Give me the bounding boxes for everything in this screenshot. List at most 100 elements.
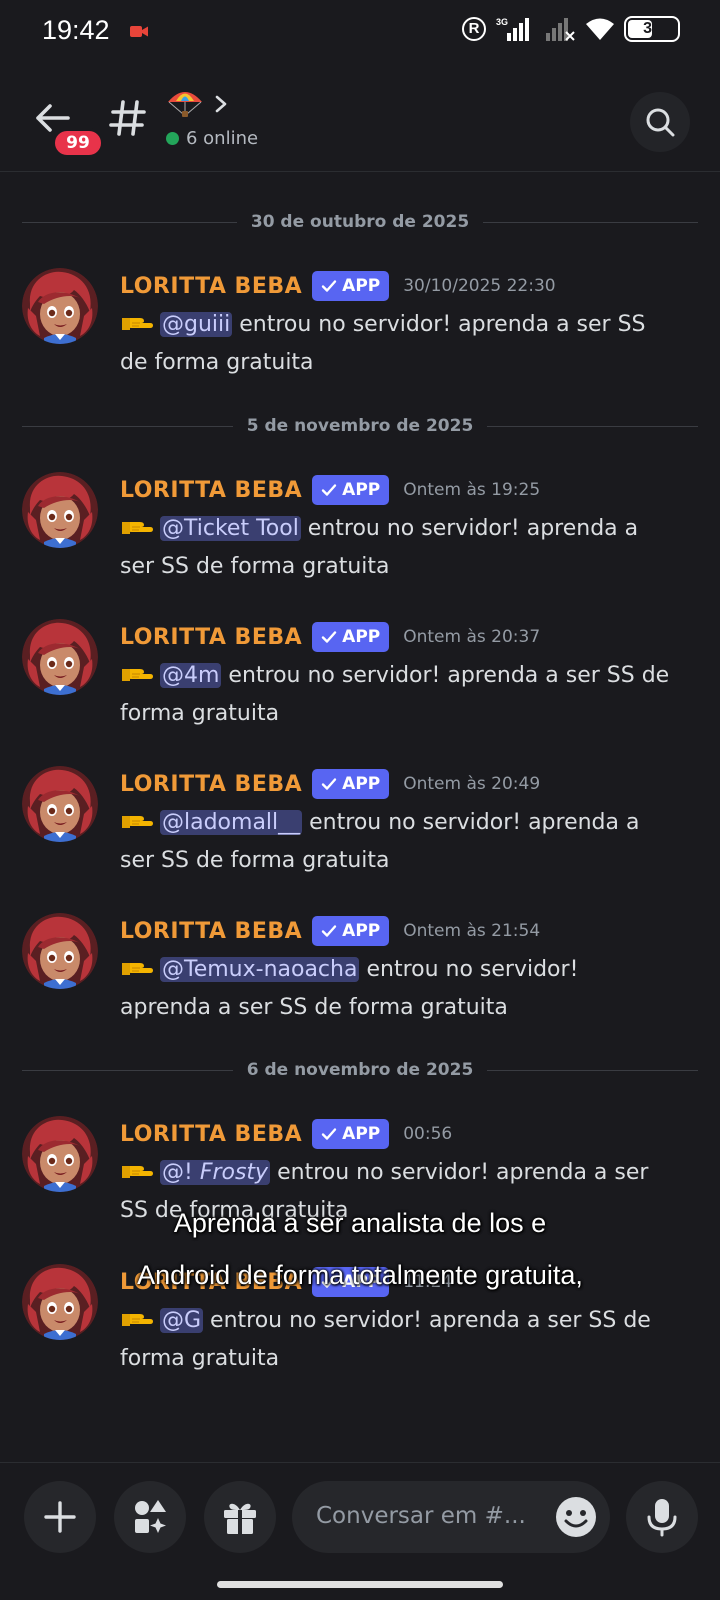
app-tag-label: APP (342, 774, 381, 794)
gift-icon (224, 1503, 256, 1534)
user-mention[interactable]: @ladomall__ (160, 810, 303, 835)
pointing-hand-emoji (120, 1158, 154, 1182)
user-mention[interactable]: @Ticket Tool (160, 516, 301, 541)
avatar[interactable] (22, 913, 98, 989)
network-type: 3G (496, 17, 508, 27)
message-content: @Temux-naoacha entrou no servidor! aprend… (120, 951, 700, 1027)
avatar[interactable] (22, 268, 98, 344)
user-mention[interactable]: @guiii (160, 312, 233, 337)
message-content: @guiii entrou no servidor! aprenda a ser… (120, 306, 700, 382)
message-text: entrou no servidor! aprenda a ser (270, 1160, 649, 1185)
message-header: LORITTA BEBA APP Ontem às 19:25 (120, 474, 540, 506)
status-time: 19:42 (42, 15, 110, 45)
message-header: LORITTA BEBA APP 30/10/2025 22:30 (120, 270, 556, 302)
parachute-emoji[interactable] (166, 88, 204, 118)
message-text: entrou no servidor! aprenda a (302, 810, 640, 835)
user-mention[interactable]: @Temux-naoacha (160, 957, 360, 982)
message-content: @ladomall__ entrou no servidor! aprenda … (120, 804, 700, 880)
date-divider-text: 30 de outubro de 2025 (250, 212, 470, 232)
wifi-icon (586, 18, 614, 40)
date-divider: 6 de novembro de 2025 (22, 1060, 698, 1080)
author-name[interactable]: LORITTA BEBA (120, 772, 302, 797)
app-tag-label: APP (342, 627, 381, 647)
message-header: LORITTA BEBA APP Ontem às 20:37 (120, 621, 540, 653)
message-header: LORITTA BEBA APP 00:56 (120, 1118, 452, 1150)
user-mention[interactable]: @G (160, 1308, 204, 1333)
subtitle-line-2: Android de forma totalmente gratuita, (137, 1260, 583, 1290)
avatar[interactable] (22, 1116, 98, 1192)
author-name[interactable]: LORITTA BEBA (120, 625, 302, 650)
attach-button[interactable] (24, 1481, 96, 1553)
author-name[interactable]: LORITTA BEBA (120, 274, 302, 299)
mention-prefix: @! (162, 1160, 200, 1185)
online-count: 6 online (186, 128, 259, 149)
app-tag: APP (312, 622, 390, 652)
screen-record-icon (130, 26, 148, 37)
discord-channel-screen: 19:42 R 3G 31 99 6 online 30 de outubro … (0, 0, 720, 1600)
check-icon (321, 482, 337, 498)
apps-icon (135, 1500, 166, 1533)
mobile-signal-icon: 3G (496, 17, 529, 41)
gift-button[interactable] (204, 1481, 276, 1553)
author-name[interactable]: LORITTA BEBA (120, 1122, 302, 1147)
check-icon (321, 1126, 337, 1142)
pointing-hand-emoji (120, 808, 154, 832)
app-tag: APP (312, 475, 390, 505)
apps-button[interactable] (114, 1481, 186, 1553)
app-tag-label: APP (342, 480, 381, 500)
mention-name: Frosty (199, 1160, 269, 1185)
avatar[interactable] (22, 766, 98, 842)
plus-icon (44, 1501, 76, 1533)
app-tag-label: APP (342, 921, 381, 941)
voice-message-button[interactable] (626, 1481, 698, 1553)
pointing-hand-emoji (120, 310, 154, 334)
author-name[interactable]: LORITTA BEBA (120, 478, 302, 503)
status-bar: 19:42 R 3G 31 (0, 0, 720, 66)
app-tag: APP (312, 916, 390, 946)
pointing-hand-emoji (120, 661, 154, 685)
message-text: entrou no servidor! aprenda a ser SS de (203, 1308, 651, 1333)
avatar[interactable] (22, 472, 98, 548)
pointing-hand-emoji (120, 514, 154, 538)
pointing-hand-emoji (120, 955, 154, 979)
app-tag-label: APP (342, 1124, 381, 1144)
timestamp: Ontem às 21:54 (403, 921, 541, 941)
battery-level: 31 (643, 20, 661, 37)
check-icon (321, 923, 337, 939)
message-text-continued: ser SS de forma gratuita (120, 848, 390, 873)
message-input[interactable]: Conversar em #... (292, 1481, 610, 1553)
message-text: entrou no servidor! (359, 957, 579, 982)
date-divider: 30 de outubro de 2025 (22, 212, 699, 232)
app-tag-label: APP (342, 276, 381, 296)
home-indicator[interactable] (217, 1581, 503, 1588)
chevron-right-icon[interactable] (214, 94, 228, 114)
message-text-continued: de forma gratuita (120, 350, 314, 375)
battery-icon: 31 (624, 16, 680, 42)
user-mention[interactable]: @! Frosty (160, 1160, 271, 1185)
channel-header: 99 6 online (0, 76, 720, 172)
emoji-icon[interactable] (554, 1495, 598, 1539)
hash-icon (109, 100, 146, 136)
author-name[interactable]: LORITTA BEBA (120, 919, 302, 944)
app-tag: APP (312, 1119, 390, 1149)
user-mention[interactable]: @4m (160, 663, 222, 688)
message-content: @Ticket Tool entrou no servidor! aprenda… (120, 510, 700, 586)
message-header: LORITTA BEBA APP Ontem às 21:54 (120, 915, 540, 947)
search-button[interactable] (630, 92, 690, 152)
microphone-icon (647, 1499, 677, 1537)
status-icons: R 3G 31 (462, 16, 680, 42)
online-status: 6 online (166, 128, 258, 149)
message-text: entrou no servidor! aprenda a ser SS de (221, 663, 670, 688)
timestamp: 00:56 (403, 1124, 453, 1144)
timestamp: Ontem às 20:49 (403, 774, 541, 794)
registered-icon: R (462, 17, 486, 41)
avatar[interactable] (22, 619, 98, 695)
timestamp: Ontem às 19:25 (403, 480, 541, 500)
check-icon (321, 278, 337, 294)
check-icon (321, 629, 337, 645)
message-content: @4m entrou no servidor! aprenda a ser SS… (120, 657, 700, 733)
message-text: entrou no servidor! aprenda a (300, 516, 639, 541)
pointing-hand-emoji (120, 1306, 154, 1330)
message-text-continued: forma gratuita (120, 701, 280, 726)
search-icon (646, 108, 675, 137)
